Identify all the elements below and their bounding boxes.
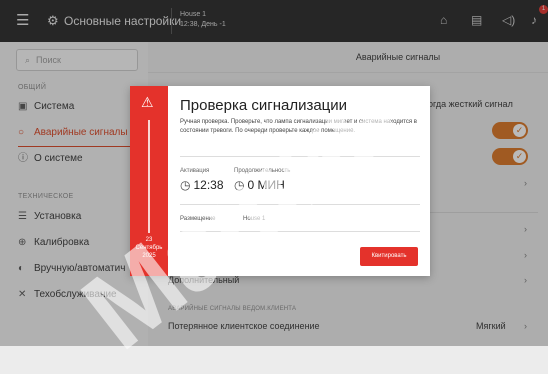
activation-time: 12:38: [193, 178, 224, 192]
alarm-siren-icon: ⚠: [141, 94, 154, 110]
timeline-line: [148, 120, 150, 233]
duration-value: ◷ 0 МИН: [234, 178, 285, 192]
activation-label: Активация: [180, 168, 210, 174]
divider: [180, 204, 420, 205]
divider: [180, 156, 420, 157]
date-day: 23: [145, 237, 153, 243]
acknowledge-button[interactable]: Квитировать: [360, 247, 418, 266]
dialog-description: Ручная проверка. Проверьте, что лампа си…: [180, 119, 417, 134]
alarm-date: 23 Сентябрь 2025: [130, 236, 168, 260]
date-year: 2025: [142, 253, 156, 259]
alarm-test-dialog: ⚠ 23 Сентябрь 2025 Проверка сигнализации…: [130, 86, 430, 276]
duration-label: Продолжительность: [234, 168, 291, 174]
alarm-rail: ⚠ 23 Сентябрь 2025: [130, 86, 168, 276]
location-value: House 1: [243, 216, 266, 222]
divider: [180, 231, 420, 232]
duration-text: 0 МИН: [247, 178, 285, 192]
activation-value: ◷ 12:38: [180, 178, 224, 192]
location-label: Размещение: [180, 216, 216, 222]
dialog-title: Проверка сигнализации: [180, 97, 348, 114]
clock-icon: ◷: [234, 178, 245, 192]
date-month: Сентябрь: [135, 245, 163, 251]
clock-icon: ◷: [180, 178, 191, 192]
